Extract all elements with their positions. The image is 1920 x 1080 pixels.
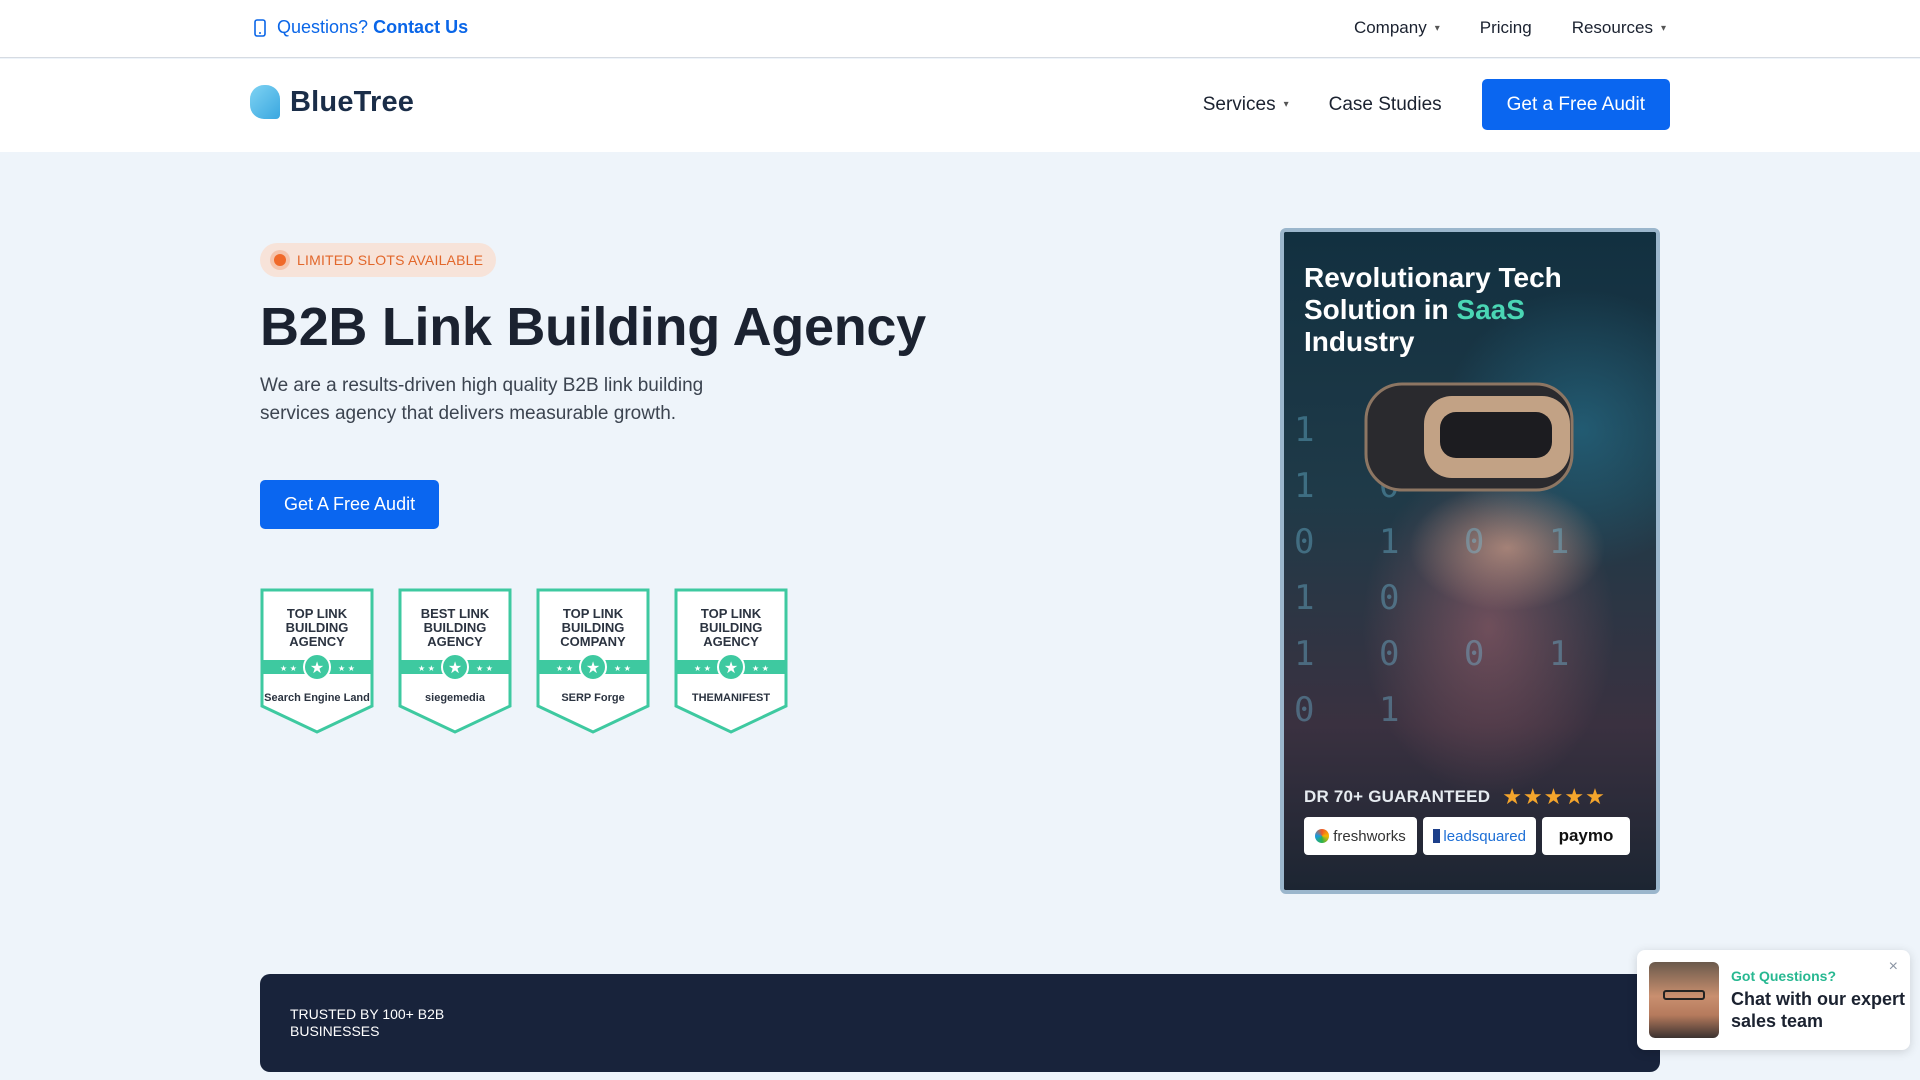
- nav-services-label: Services: [1202, 93, 1276, 115]
- contact-link[interactable]: Questions? Contact Us: [253, 17, 468, 38]
- main-nav: Services ▾ Case Studies Get a Free Audit: [1203, 79, 1670, 130]
- nav-company-label: Company: [1353, 18, 1427, 37]
- award-badge: ★ ★ ★ ★ ★ TOP LINK BUILDING AGENCY THEMA…: [674, 588, 788, 734]
- trusted-by-band: TRUSTED BY 100+ B2B BUSINESSES: [260, 974, 1660, 1072]
- svg-text:★ ★: ★ ★: [476, 664, 493, 673]
- svg-text:★ ★: ★ ★: [752, 664, 769, 673]
- dr-guarantee-text: DR 70+ GUARANTEED: [1304, 787, 1491, 806]
- client-logos: freshworks leadsquared paymo: [1304, 817, 1630, 855]
- award-badges: ★ ★ ★ ★ ★ TOP LINK BUILDING AGENCY Searc…: [260, 588, 788, 734]
- award-source: siegemedia: [425, 692, 485, 704]
- freshworks-label: freshworks: [1333, 827, 1406, 845]
- award-source: Search Engine Land: [264, 692, 370, 704]
- svg-text:★: ★: [724, 658, 738, 677]
- award-title: BEST LINK BUILDING AGENCY: [420, 606, 490, 649]
- award-badge: ★ ★ ★ ★ ★ TOP LINK BUILDING COMPANY SERP…: [536, 588, 650, 734]
- award-title: TOP LINK BUILDING AGENCY: [699, 606, 763, 649]
- limited-slots-text: LIMITED SLOTS AVAILABLE: [297, 252, 484, 268]
- close-icon[interactable]: ×: [1889, 958, 1898, 976]
- brand-name: BlueTree: [290, 85, 415, 118]
- main-header: BlueTree Services ▾ Case Studies Get a F…: [0, 59, 1920, 152]
- nav-resources-label: Resources: [1571, 18, 1653, 37]
- paymo-label: paymo: [1558, 826, 1614, 845]
- bluetree-logo-icon: [250, 85, 280, 119]
- nav-pricing[interactable]: Pricing: [1480, 18, 1532, 38]
- freshworks-logo: freshworks: [1304, 817, 1417, 855]
- nav-case-studies[interactable]: Case Studies: [1329, 94, 1442, 116]
- case-title-highlight: SaaS: [1456, 294, 1525, 325]
- svg-text:★ ★: ★ ★: [338, 664, 355, 673]
- chevron-down-icon: ▾: [1660, 22, 1666, 34]
- nav-pricing-label: Pricing: [1479, 18, 1532, 37]
- nav-resources[interactable]: Resources ▾: [1572, 18, 1666, 38]
- leadsquared-logo: leadsquared: [1423, 817, 1536, 855]
- svg-text:★: ★: [310, 658, 324, 677]
- svg-text:★ ★: ★ ★: [614, 664, 631, 673]
- case-study-card[interactable]: 1 0 1 0 1 00 1 0 1 1 01 0 0 1 0 1 Revolu…: [1280, 228, 1660, 894]
- case-title-part2: Industry: [1304, 326, 1415, 357]
- chat-widget[interactable]: Got Questions? Chat with our expert sale…: [1637, 950, 1910, 1050]
- hero-subtitle: We are a results-driven high quality B2B…: [260, 375, 704, 424]
- svg-text:★: ★: [586, 658, 600, 677]
- award-badge: ★ ★ ★ ★ ★ BEST LINK BUILDING AGENCY sieg…: [398, 588, 512, 734]
- nav-case-studies-label: Case Studies: [1328, 93, 1442, 115]
- award-badge: ★ ★ ★ ★ ★ TOP LINK BUILDING AGENCY Searc…: [260, 588, 374, 734]
- contact-prefix: Questions?: [277, 17, 369, 37]
- chevron-down-icon: ▾: [1283, 99, 1289, 110]
- case-study-title: Revolutionary Tech Solution in SaaS Indus…: [1304, 262, 1624, 358]
- glasses-icon: [1663, 990, 1705, 1000]
- paymo-logo: paymo: [1542, 817, 1630, 855]
- sales-rep-avatar: [1649, 962, 1719, 1038]
- header-free-audit-button[interactable]: Get a Free Audit: [1481, 79, 1670, 130]
- award-source: THEMANIFEST: [691, 692, 771, 704]
- leadsquared-icon: [1433, 829, 1441, 843]
- phone-icon: [254, 18, 266, 37]
- award-title: TOP LINK BUILDING COMPANY: [560, 606, 626, 649]
- svg-text:★ ★: ★ ★: [694, 664, 711, 673]
- limited-slots-badge: LIMITED SLOTS AVAILABLE: [260, 243, 497, 277]
- contact-us-link[interactable]: Contact Us: [373, 17, 468, 37]
- trusted-label: TRUSTED BY 100+ B2B BUSINESSES: [290, 1006, 445, 1039]
- svg-text:★ ★: ★ ★: [418, 664, 435, 673]
- svg-text:★: ★: [448, 658, 462, 677]
- hero-title: B2B Link Building Agency: [260, 297, 926, 357]
- guarantee-row: DR 70+ GUARANTEED ★★★★★: [1304, 784, 1606, 810]
- award-title: TOP LINK BUILDING AGENCY: [285, 606, 349, 649]
- leadsquared-label: leadsquared: [1443, 827, 1526, 845]
- chat-message: Chat with our expert sales team: [1731, 989, 1906, 1031]
- star-rating-icon: ★★★★★: [1502, 784, 1606, 809]
- pulse-dot-icon: [274, 254, 286, 266]
- vr-headset-icon: [1364, 382, 1574, 492]
- nav-company[interactable]: Company ▾: [1354, 18, 1440, 38]
- top-utility-bar: Questions? Contact Us Company ▾ Pricing …: [0, 0, 1920, 58]
- freshworks-icon: [1315, 829, 1330, 843]
- brand-logo[interactable]: BlueTree: [250, 85, 414, 119]
- award-source: SERP Forge: [561, 692, 625, 704]
- utility-nav: Company ▾ Pricing Resources ▾: [1354, 18, 1666, 38]
- nav-services[interactable]: Services ▾: [1203, 94, 1289, 116]
- svg-text:★ ★: ★ ★: [556, 664, 573, 673]
- svg-text:★ ★: ★ ★: [280, 664, 297, 673]
- chat-question: Got Questions?: [1731, 968, 1836, 984]
- hero-free-audit-button[interactable]: Get A Free Audit: [260, 480, 440, 529]
- chevron-down-icon: ▾: [1434, 22, 1440, 34]
